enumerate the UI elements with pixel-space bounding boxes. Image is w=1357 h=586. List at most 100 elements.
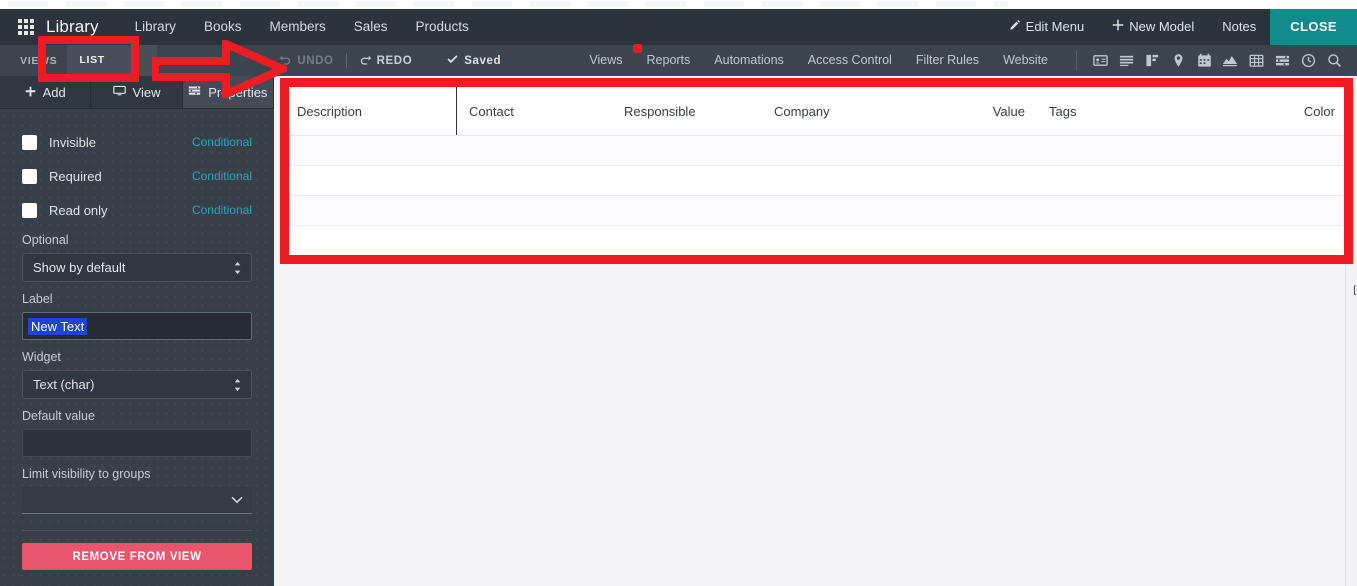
editor-menu-access-control[interactable]: Access Control <box>796 45 904 76</box>
column-header-company[interactable]: Company <box>762 87 977 136</box>
chevron-down-icon <box>231 493 243 507</box>
required-label: Required <box>49 168 102 184</box>
table-row[interactable] <box>285 195 1347 226</box>
table-cell <box>457 195 612 226</box>
sidebar-tab-properties[interactable]: Properties <box>182 76 274 108</box>
column-header-responsible[interactable]: Responsible <box>612 87 762 136</box>
readonly-checkbox[interactable] <box>22 202 37 218</box>
sidebar-tab-add[interactable]: Add <box>0 76 92 108</box>
map-pin-icon[interactable] <box>1165 45 1191 76</box>
activity-clock-icon[interactable] <box>1295 45 1321 76</box>
saved-label: Saved <box>464 54 502 67</box>
edit-menu-button[interactable]: Edit Menu <box>995 9 1099 45</box>
groups-dropdown[interactable] <box>22 487 252 514</box>
undo-arrow-icon <box>279 53 292 69</box>
gantt-icon[interactable] <box>1139 45 1165 76</box>
edit-menu-label: Edit Menu <box>1025 19 1085 34</box>
table-cell <box>977 165 1037 196</box>
table-cell <box>977 135 1037 166</box>
editor-menu-views[interactable]: Views <box>577 45 634 76</box>
table-cell <box>285 226 457 256</box>
view-type-icons <box>1087 45 1357 76</box>
header-right-actions: Edit Menu New Model Notes CLOSE <box>995 9 1357 45</box>
table-cell <box>285 195 457 226</box>
default-value-input[interactable] <box>22 429 252 457</box>
chevron-updown-icon <box>233 378 242 392</box>
graph-area-icon[interactable] <box>1217 45 1243 76</box>
close-button[interactable]: CLOSE <box>1270 9 1357 45</box>
column-header-contact[interactable]: Contact <box>457 87 612 136</box>
table-cell <box>1197 195 1347 226</box>
property-row-readonly: Read only Conditional <box>22 197 252 223</box>
search-icon[interactable] <box>1321 45 1347 76</box>
readonly-conditional-link[interactable]: Conditional <box>192 203 252 217</box>
table-cell <box>612 165 762 196</box>
table-cell <box>1197 135 1347 166</box>
remove-from-view-button[interactable]: REMOVE FROM VIEW <box>22 543 252 570</box>
table-cell <box>1037 165 1197 196</box>
table-cell <box>612 195 762 226</box>
label-input[interactable]: New Text <box>22 312 252 340</box>
table-row[interactable] <box>285 135 1347 166</box>
page-scrollbar[interactable]: [ <box>1345 76 1357 586</box>
check-icon <box>446 53 459 69</box>
menu-item-books[interactable]: Books <box>190 9 256 45</box>
monitor-icon <box>112 84 126 100</box>
views-label: VIEWS <box>20 54 58 67</box>
plus-icon <box>1112 9 1124 45</box>
grid-apps-icon[interactable] <box>18 19 34 35</box>
editor-menu-automations[interactable]: Automations <box>702 45 795 76</box>
menu-item-products[interactable]: Products <box>402 9 483 45</box>
table-row[interactable] <box>285 225 1347 256</box>
plus-icon <box>25 85 36 100</box>
optional-select-value: Show by default <box>33 260 126 275</box>
widget-select[interactable]: Text (char) <box>22 370 252 399</box>
sidebar-tab-add-label: Add <box>42 84 66 100</box>
menu-item-sales[interactable]: Sales <box>340 9 402 45</box>
required-conditional-link[interactable]: Conditional <box>192 169 252 183</box>
editor-menu: Views Reports Automations Access Control… <box>577 45 1060 76</box>
toolbar-divider <box>1076 50 1077 71</box>
optional-select[interactable]: Show by default <box>22 253 252 282</box>
column-header-description[interactable]: Description <box>285 87 457 136</box>
table-cell <box>612 135 762 166</box>
list-icon[interactable] <box>1113 45 1139 76</box>
table-cell <box>1037 195 1197 226</box>
chevron-updown-icon <box>233 261 242 275</box>
table-cell <box>612 226 762 256</box>
editor-menu-reports[interactable]: Reports <box>635 45 703 76</box>
notes-button[interactable]: Notes <box>1208 9 1270 45</box>
table-body <box>285 135 1347 256</box>
column-header-color[interactable]: Color <box>1197 87 1347 136</box>
scrollbar-mark: [ <box>1353 285 1356 296</box>
invisible-checkbox[interactable] <box>22 134 37 150</box>
table-cell <box>457 165 612 196</box>
sidebar-tab-view[interactable]: View <box>91 76 183 108</box>
pivot-grid-icon[interactable] <box>1243 45 1269 76</box>
table-cell <box>977 226 1037 256</box>
editor-menu-website[interactable]: Website <box>991 45 1060 76</box>
annotation-dot <box>633 44 642 53</box>
properties-sidebar: Add View Properties Invisible Conditiona… <box>0 76 275 586</box>
undo-button[interactable]: UNDO <box>267 53 345 69</box>
menu-item-library[interactable]: Library <box>121 9 190 45</box>
invisible-conditional-link[interactable]: Conditional <box>192 135 252 149</box>
kanban-card-icon[interactable] <box>1087 45 1113 76</box>
history-controls: UNDO REDO Saved <box>267 53 513 69</box>
column-header-tags[interactable]: Tags <box>1037 87 1197 136</box>
redo-button[interactable]: REDO <box>347 53 425 69</box>
new-model-button[interactable]: New Model <box>1098 9 1208 45</box>
menu-item-members[interactable]: Members <box>255 9 339 45</box>
calendar-icon[interactable] <box>1191 45 1217 76</box>
form-icon[interactable] <box>1269 45 1295 76</box>
sidebar-tab-properties-label: Properties <box>208 84 268 100</box>
table-row[interactable] <box>285 165 1347 196</box>
view-tab-list[interactable]: LIST <box>67 45 158 76</box>
browser-chrome-sliver <box>0 0 1357 9</box>
list-view-table: Description Contact Responsible Company … <box>284 86 1348 256</box>
column-header-value[interactable]: Value <box>977 87 1037 136</box>
editor-menu-filter-rules[interactable]: Filter Rules <box>904 45 991 76</box>
required-checkbox[interactable] <box>22 168 37 184</box>
table-cell <box>762 226 977 256</box>
table-cell <box>1037 226 1197 256</box>
